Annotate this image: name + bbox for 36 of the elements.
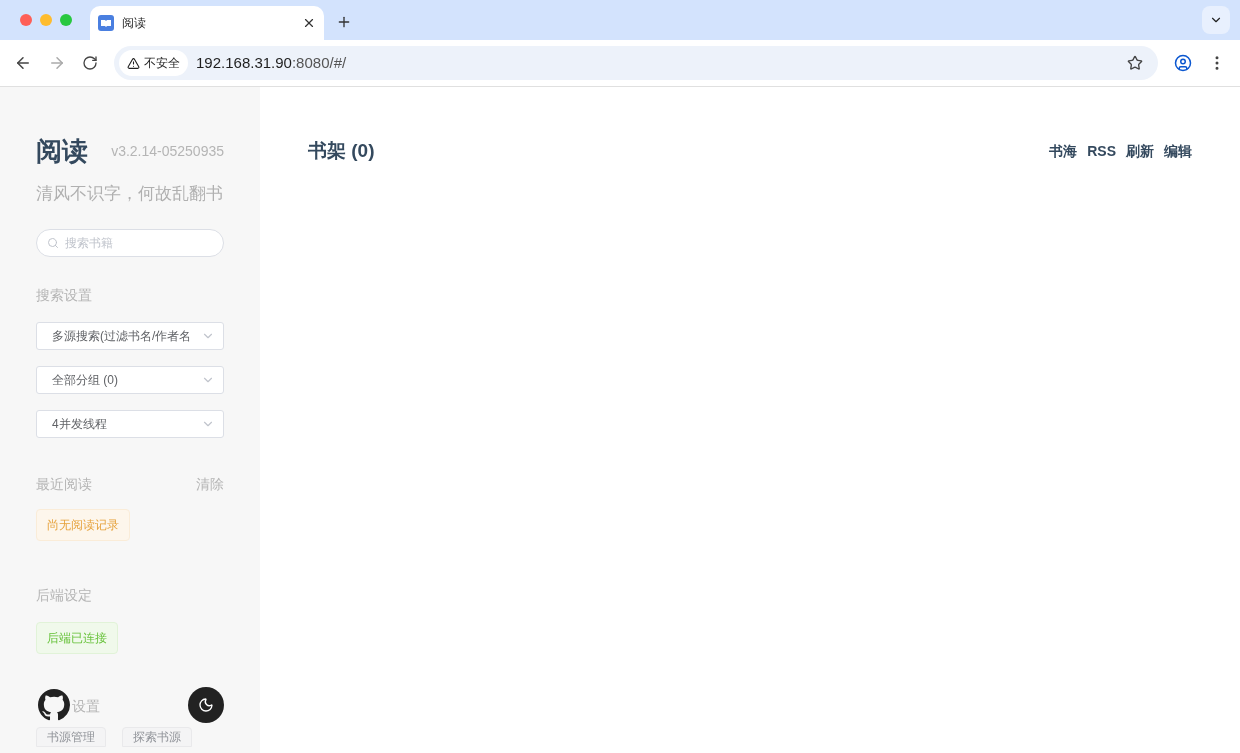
dark-mode-button[interactable] (188, 687, 224, 723)
bookshelf-title: 书架 (0) (308, 139, 375, 163)
security-chip[interactable]: 不安全 (119, 50, 188, 76)
back-icon[interactable] (14, 54, 32, 72)
select-field[interactable]: 多源搜索(过滤书名/作者名 (36, 321, 224, 350)
book-icon (98, 15, 114, 31)
section-heading: 设置 (72, 696, 100, 716)
tab-title: 阅读 (122, 15, 147, 32)
reload-icon[interactable] (82, 55, 98, 71)
search-field[interactable]: 搜索书籍 (36, 228, 224, 257)
connection-status-tag: 后端已连接 (36, 621, 118, 654)
moon-icon (198, 697, 214, 713)
section-heading: 后端设定 (36, 585, 93, 605)
motto-text: 清风不识字，何故乱翻书 (36, 183, 224, 205)
header-link[interactable]: 刷新 (1126, 140, 1154, 162)
select-field[interactable]: 全部分组 (0) (36, 365, 224, 394)
browser-tab[interactable]: 阅读 (90, 6, 324, 40)
profile-icon[interactable] (1174, 54, 1192, 72)
app-title: 阅读 (36, 135, 88, 167)
empty-history-tag: 尚无阅读记录 (36, 508, 130, 541)
address-bar[interactable]: 不安全 192.168.31.90:8080/#/ (114, 46, 1158, 80)
url-text: 192.168.31.90:8080/#/ (196, 52, 348, 73)
select-field[interactable]: 4并发线程 (36, 409, 224, 438)
close-tab-icon[interactable] (302, 16, 316, 30)
security-text: 不安全 (144, 55, 180, 72)
version-text: v3.2.14-05250935 (111, 142, 224, 161)
header-link[interactable]: 编辑 (1164, 140, 1192, 162)
section-heading: 搜索设置 (36, 285, 93, 305)
github-icon[interactable] (38, 689, 70, 721)
header-link[interactable]: RSS (1087, 140, 1116, 162)
warning-icon (127, 56, 140, 70)
bookmark-star-icon[interactable] (1127, 55, 1143, 71)
search-icon (47, 236, 59, 249)
section-heading: 最近阅读 (36, 474, 92, 494)
header-link[interactable]: 书海 (1049, 140, 1078, 162)
new-tab-icon[interactable] (336, 14, 352, 30)
